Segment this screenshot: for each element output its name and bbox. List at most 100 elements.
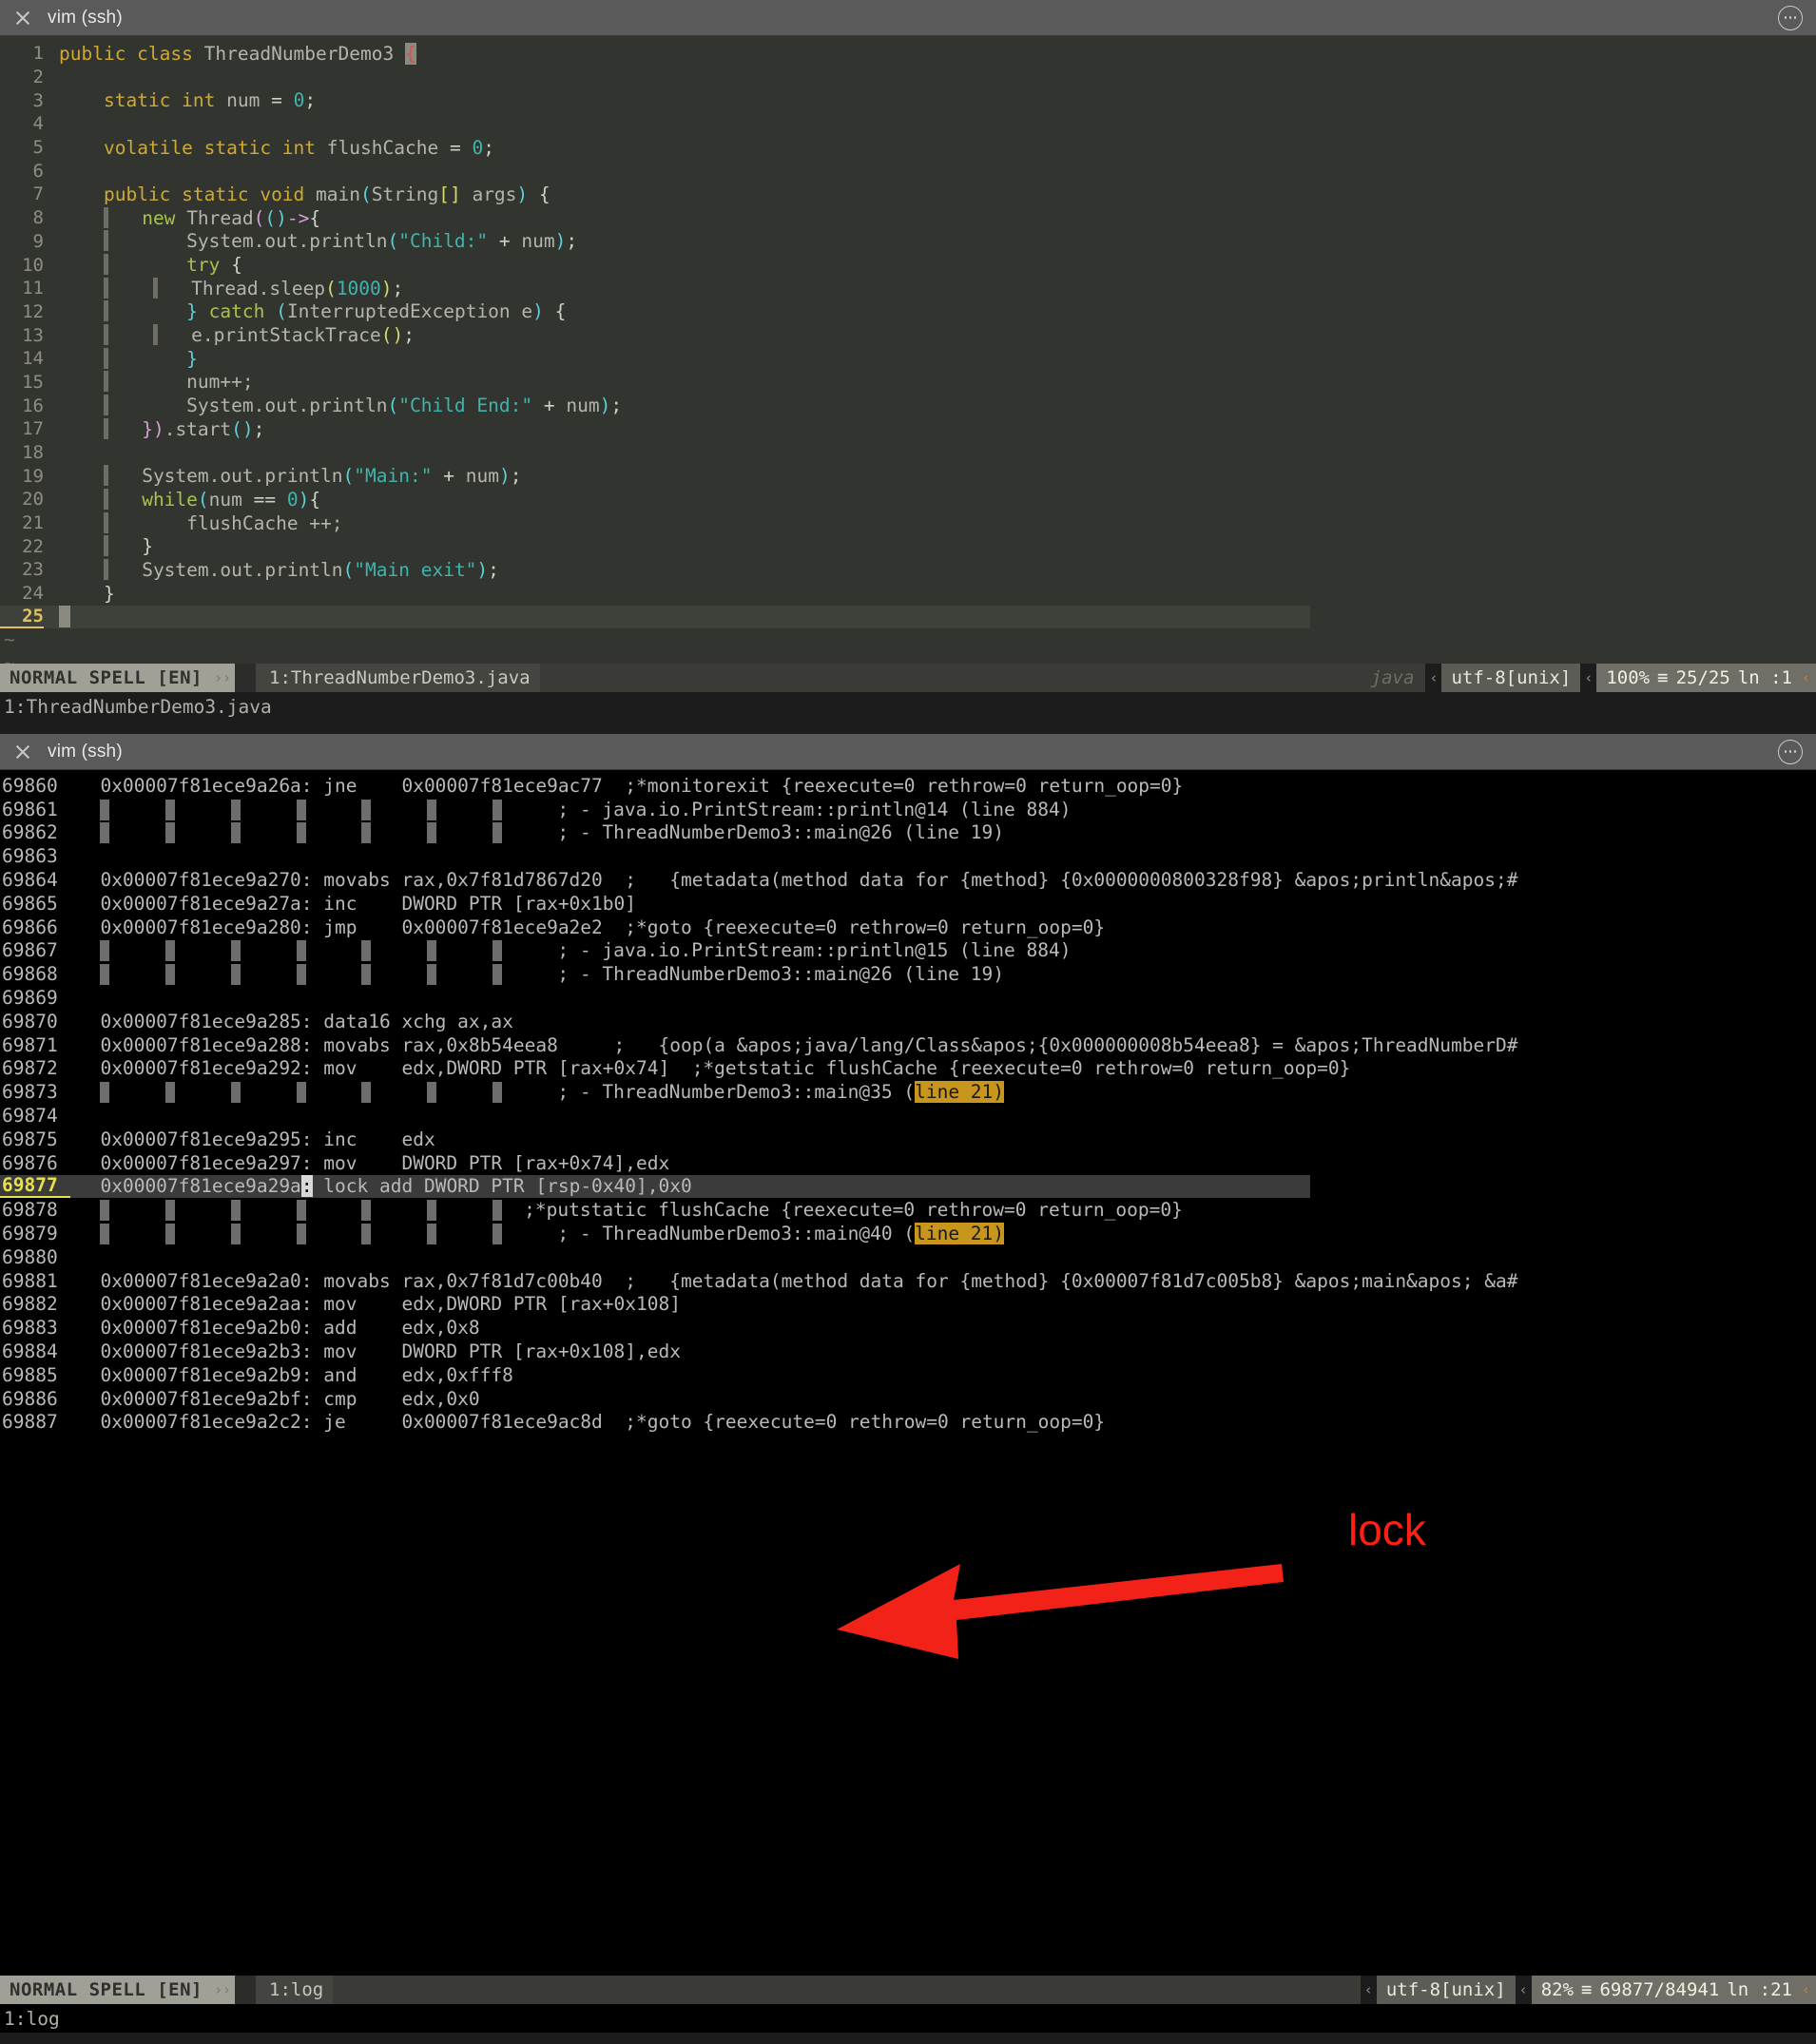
ruler-icon: ≡ xyxy=(1581,1979,1593,2000)
log-percent: 82% xyxy=(1540,1979,1575,2000)
log-line[interactable]: 69867 ; - java.io.PrintStream::println@1… xyxy=(0,939,1816,963)
code-text: while(num == 0){ xyxy=(59,488,320,511)
log-line[interactable]: 69865 0x00007f81ece9a27a: inc DWORD PTR … xyxy=(0,892,1816,916)
log-line[interactable]: 69863 xyxy=(0,844,1816,868)
code-line[interactable]: 20 while(num == 0){ xyxy=(0,488,1816,511)
log-text: 0x00007f81ece9a288: movabs rax,0x8b54eea… xyxy=(78,1033,1518,1056)
code-line[interactable]: 25 xyxy=(0,605,1310,629)
more-options-icon[interactable] xyxy=(1778,5,1803,30)
line-number: 69883 xyxy=(2,1317,58,1340)
log-text: 0x00007f81ece9a2a0: movabs rax,0x7f81d7c… xyxy=(78,1269,1518,1292)
log-line[interactable]: 69886 0x00007f81ece9a2bf: cmp edx,0x0 xyxy=(0,1387,1816,1411)
editor-chevron-right-icon: ‹ xyxy=(1801,664,1816,692)
code-line[interactable]: 12 } catch (InterruptedException e) { xyxy=(0,300,1816,324)
log-line[interactable]: 69884 0x00007f81ece9a2b3: mov DWORD PTR … xyxy=(0,1340,1816,1363)
line-number: 69884 xyxy=(2,1340,58,1363)
line-number: 13 xyxy=(22,324,44,346)
log-line[interactable]: 69869 xyxy=(0,986,1816,1010)
editor-chevron-left-icon-2: ‹ xyxy=(1584,669,1594,686)
code-line[interactable]: 14 } xyxy=(0,347,1816,371)
log-line[interactable]: 69875 0x00007f81ece9a295: inc edx xyxy=(0,1128,1816,1151)
line-number: 15 xyxy=(22,371,44,393)
code-line[interactable]: 11 Thread.sleep(1000); xyxy=(0,277,1816,300)
code-line[interactable]: 23 System.out.println("Main exit"); xyxy=(0,558,1816,582)
log-line[interactable]: 69864 0x00007f81ece9a270: movabs rax,0x7… xyxy=(0,868,1816,892)
code-line[interactable]: 15 num++; xyxy=(0,371,1816,395)
code-text: Thread.sleep(1000); xyxy=(59,277,403,299)
log-line[interactable]: 69870 0x00007f81ece9a285: data16 xchg ax… xyxy=(0,1010,1816,1033)
code-line[interactable]: 3 static int num = 0; xyxy=(0,88,1816,112)
disassembly-log-area[interactable]: 69860 0x00007f81ece9a26a: jne 0x00007f81… xyxy=(0,770,1816,1976)
line-number: 5 xyxy=(32,137,44,159)
code-line[interactable]: 5 volatile static int flushCache = 0; xyxy=(0,136,1816,160)
line-number: 69880 xyxy=(2,1245,58,1268)
log-line[interactable]: 69881 0x00007f81ece9a2a0: movabs rax,0x7… xyxy=(0,1269,1816,1293)
code-line[interactable]: 17 }).start(); xyxy=(0,417,1816,441)
code-line[interactable]: 7 public static void main(String[] args)… xyxy=(0,183,1816,206)
log-text: 0x00007f81ece9a2b3: mov DWORD PTR [rax+0… xyxy=(78,1340,681,1363)
log-line[interactable]: 69868 ; - ThreadNumberDemo3::main@26 (li… xyxy=(0,962,1816,986)
code-line[interactable]: 4 xyxy=(0,112,1816,136)
log-line[interactable]: 69874 xyxy=(0,1104,1816,1128)
editor-column: ln :1 xyxy=(1737,667,1792,688)
line-number: 19 xyxy=(22,465,44,487)
code-line[interactable]: 21 flushCache ++; xyxy=(0,511,1816,535)
code-line[interactable]: 22 } xyxy=(0,534,1816,558)
log-line[interactable]: 69873 ; - ThreadNumberDemo3::main@35 (li… xyxy=(0,1080,1816,1104)
editor-command-line[interactable]: 1:ThreadNumberDemo3.java xyxy=(0,692,1816,721)
log-line[interactable]: 69862 ; - ThreadNumberDemo3::main@26 (li… xyxy=(0,821,1816,845)
code-text: } xyxy=(103,582,115,605)
log-text: 0x00007f81ece9a2bf: cmp edx,0x0 xyxy=(78,1387,480,1410)
editor-mode-separator: ›› xyxy=(213,664,236,692)
log-line[interactable]: 69860 0x00007f81ece9a26a: jne 0x00007f81… xyxy=(0,774,1816,798)
log-line[interactable]: 69882 0x00007f81ece9a2aa: mov edx,DWORD … xyxy=(0,1293,1816,1317)
line-number: 20 xyxy=(22,489,44,511)
code-line[interactable]: 9 System.out.println("Child:" + num); xyxy=(0,230,1816,254)
code-text: public static void main(String[] args) { xyxy=(103,183,551,205)
log-text: ; - ThreadNumberDemo3::main@26 (line 19) xyxy=(70,963,1004,986)
line-number: 69868 xyxy=(2,963,58,986)
code-line[interactable]: 18 xyxy=(0,441,1816,465)
code-line[interactable]: 13 e.printStackTrace(); xyxy=(0,323,1816,347)
code-text: System.out.println("Main:" + num); xyxy=(59,465,521,487)
line-number: 11 xyxy=(22,278,44,299)
code-line[interactable]: 1 public class ThreadNumberDemo3 { xyxy=(0,42,1816,66)
line-number: 12 xyxy=(22,300,44,322)
source-code-area[interactable]: 1 public class ThreadNumberDemo3 {2 3 stat… xyxy=(0,36,1816,664)
code-line[interactable]: 8 new Thread(()->{ xyxy=(0,206,1816,230)
log-line[interactable]: 69878 ;*putstatic flushCache {reexecute=… xyxy=(0,1198,1816,1222)
code-line[interactable]: 16 System.out.println("Child End:" + num… xyxy=(0,394,1816,417)
log-line[interactable]: 69879 ; - ThreadNumberDemo3::main@40 (li… xyxy=(0,1222,1816,1245)
log-line[interactable]: 69871 0x00007f81ece9a288: movabs rax,0x8… xyxy=(0,1033,1816,1057)
log-line-ratio: 69877/84941 xyxy=(1599,1979,1720,2000)
log-line[interactable]: 69861 ; - java.io.PrintStream::println@1… xyxy=(0,798,1816,821)
log-line[interactable]: 69866 0x00007f81ece9a280: jmp 0x00007f81… xyxy=(0,916,1816,939)
line-number: 69878 xyxy=(2,1199,58,1222)
log-filename: 1:log xyxy=(256,1976,334,2004)
code-line[interactable]: 10 try { xyxy=(0,253,1816,277)
log-line[interactable]: 69885 0x00007f81ece9a2b9: and edx,0xfff8 xyxy=(0,1363,1816,1387)
log-line[interactable]: 69876 0x00007f81ece9a297: mov DWORD PTR … xyxy=(0,1151,1816,1175)
log-command-line[interactable]: 1:log xyxy=(0,2004,1816,2033)
line-number: 22 xyxy=(22,535,44,557)
log-line[interactable]: 69880 xyxy=(0,1245,1816,1269)
code-line[interactable]: 19 System.out.println("Main:" + num); xyxy=(0,464,1816,488)
code-text: try { xyxy=(59,254,242,276)
log-line[interactable]: 69877 0x00007f81ece9a29a: lock add DWORD… xyxy=(0,1174,1310,1199)
log-mode-separator: ›› xyxy=(213,1976,236,2004)
close-icon[interactable] xyxy=(13,9,32,28)
log-line[interactable]: 69872 0x00007f81ece9a292: mov edx,DWORD … xyxy=(0,1057,1816,1081)
line-number: 69864 xyxy=(2,869,58,892)
log-line[interactable]: 69883 0x00007f81ece9a2b0: add edx,0x8 xyxy=(0,1316,1816,1340)
line-number: 69876 xyxy=(2,1151,58,1174)
code-line[interactable]: 2 xyxy=(0,66,1816,89)
more-options-icon[interactable] xyxy=(1778,739,1803,764)
code-line[interactable]: 24 } xyxy=(0,582,1816,606)
log-mode-indicator: NORMAL SPELL [EN] xyxy=(0,1976,214,2004)
code-line[interactable]: 6 xyxy=(0,159,1816,183)
close-icon[interactable] xyxy=(13,742,32,762)
log-text: 0x00007f81ece9a2b9: and edx,0xfff8 xyxy=(78,1363,513,1386)
line-number: 69874 xyxy=(2,1105,58,1128)
editor-position-group: 100% ≡ 25/25 ln :1 xyxy=(1596,664,1802,692)
log-line[interactable]: 69887 0x00007f81ece9a2c2: je 0x00007f81e… xyxy=(0,1411,1816,1435)
